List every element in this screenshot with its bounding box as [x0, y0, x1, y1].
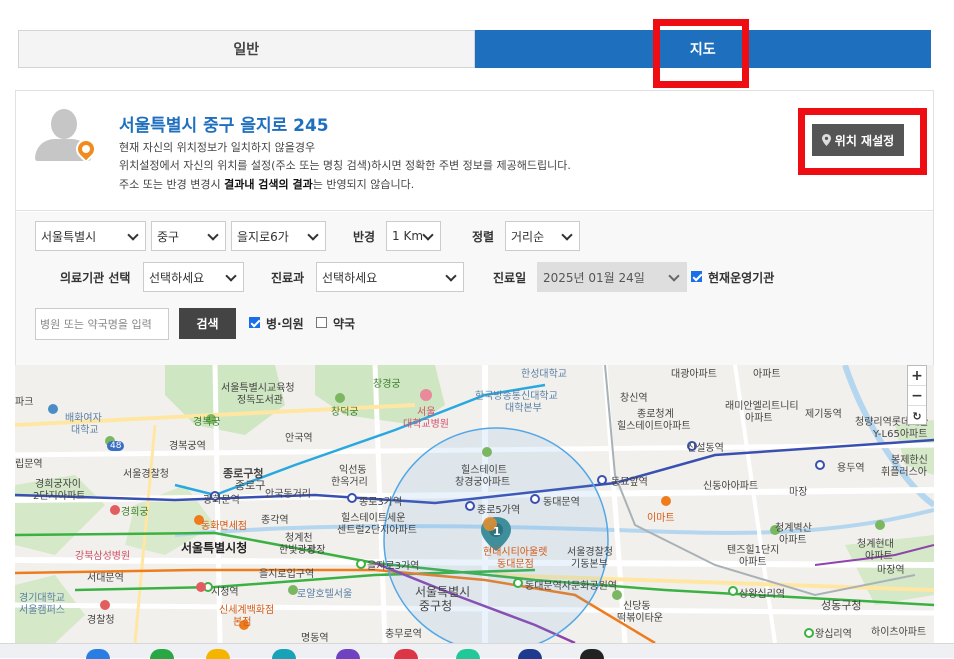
radius-label: 반경 — [353, 230, 376, 244]
location-panel: 서울특별시 중구 을지로 245 현재 자신의 위치정보가 일치하지 않을경우 … — [15, 90, 934, 366]
sort-label: 정렬 — [472, 230, 495, 244]
hospital-label: 병·의원 — [266, 317, 304, 331]
city-select-value: 서울특별시 — [41, 229, 97, 244]
date-select-value: 2025년 01월 24일 — [543, 270, 645, 285]
chevron-down-icon — [445, 270, 457, 282]
zoom-control: + − ↻ — [907, 365, 927, 425]
department-select-value: 선택하세요 — [322, 270, 378, 285]
institution-select-value: 선택하세요 — [149, 270, 205, 285]
department-select[interactable]: 선택하세요 — [316, 262, 464, 292]
district-select[interactable]: 중구 — [151, 221, 226, 251]
district-select-value: 중구 — [157, 229, 180, 244]
map-canvas — [15, 365, 934, 643]
location-header: 서울특별시 중구 을지로 245 현재 자신의 위치정보가 일치하지 않을경우 … — [16, 91, 933, 211]
hospital-checkbox[interactable] — [249, 317, 260, 328]
zoom-reset-button[interactable]: ↻ — [908, 406, 926, 426]
chevron-down-icon — [668, 270, 680, 282]
highlight-box-reset-button — [798, 108, 927, 175]
chevron-down-icon — [225, 270, 237, 282]
map-view[interactable]: 한성대학교 대광아파트 아파트 서울특별시교육청 정독도서관 창경궁 한국방송통… — [15, 365, 934, 643]
institution-label: 의료기관 선택 — [60, 271, 131, 285]
zoom-in-button[interactable]: + — [908, 366, 926, 386]
sort-select-value: 거리순 — [511, 229, 545, 244]
chevron-down-icon — [207, 229, 219, 241]
city-select[interactable]: 서울특별시 — [35, 221, 146, 251]
chevron-down-icon — [127, 229, 139, 241]
date-select: 2025년 01월 24일 — [537, 262, 687, 292]
pharmacy-label: 약국 — [333, 317, 356, 331]
radius-select[interactable]: 1 Km — [386, 221, 441, 251]
notice-line-1: 현재 자신의 위치정보가 일치하지 않을경우 — [119, 141, 316, 154]
zoom-out-button[interactable]: − — [908, 386, 926, 406]
operating-checkbox[interactable] — [691, 271, 702, 282]
dong-select[interactable]: 을지로6가 — [231, 221, 326, 251]
notice-line-2: 위치설정에서 자신의 위치를 설정(주소 또는 명칭 검색)하시면 정확한 주변… — [119, 159, 571, 172]
date-label: 진료일 — [493, 271, 527, 285]
taskbar — [0, 643, 954, 659]
filter-area: 서울특별시 중구 을지로6가 반경 1 Km 정렬 거리순 의료기관 선택 선택… — [16, 212, 933, 366]
current-address: 서울특별시 중구 을지로 245 — [119, 116, 329, 136]
dong-select-value: 을지로6가 — [237, 229, 289, 244]
highlight-box-map-tab — [653, 19, 749, 88]
tab-general[interactable]: 일반 — [18, 30, 475, 68]
chevron-down-icon — [307, 229, 319, 241]
chevron-down-icon — [561, 229, 573, 241]
notice-line-3: 주소 또는 반경 변경시 결과내 검색의 결과는 반영되지 않습니다. — [119, 178, 415, 191]
chevron-down-icon — [422, 229, 434, 241]
institution-select[interactable]: 선택하세요 — [143, 262, 244, 292]
user-location-icon — [35, 109, 101, 165]
operating-label: 현재운영기관 — [708, 271, 775, 285]
view-tabs: 일반 지도 — [18, 30, 931, 68]
department-label: 진료과 — [271, 271, 305, 285]
radius-select-value: 1 Km — [392, 229, 424, 243]
search-input[interactable]: 병원 또는 약국명을 입력 — [35, 308, 169, 340]
sort-select[interactable]: 거리순 — [505, 221, 580, 251]
search-button[interactable]: 검색 — [179, 308, 236, 339]
pharmacy-checkbox[interactable] — [316, 317, 327, 328]
